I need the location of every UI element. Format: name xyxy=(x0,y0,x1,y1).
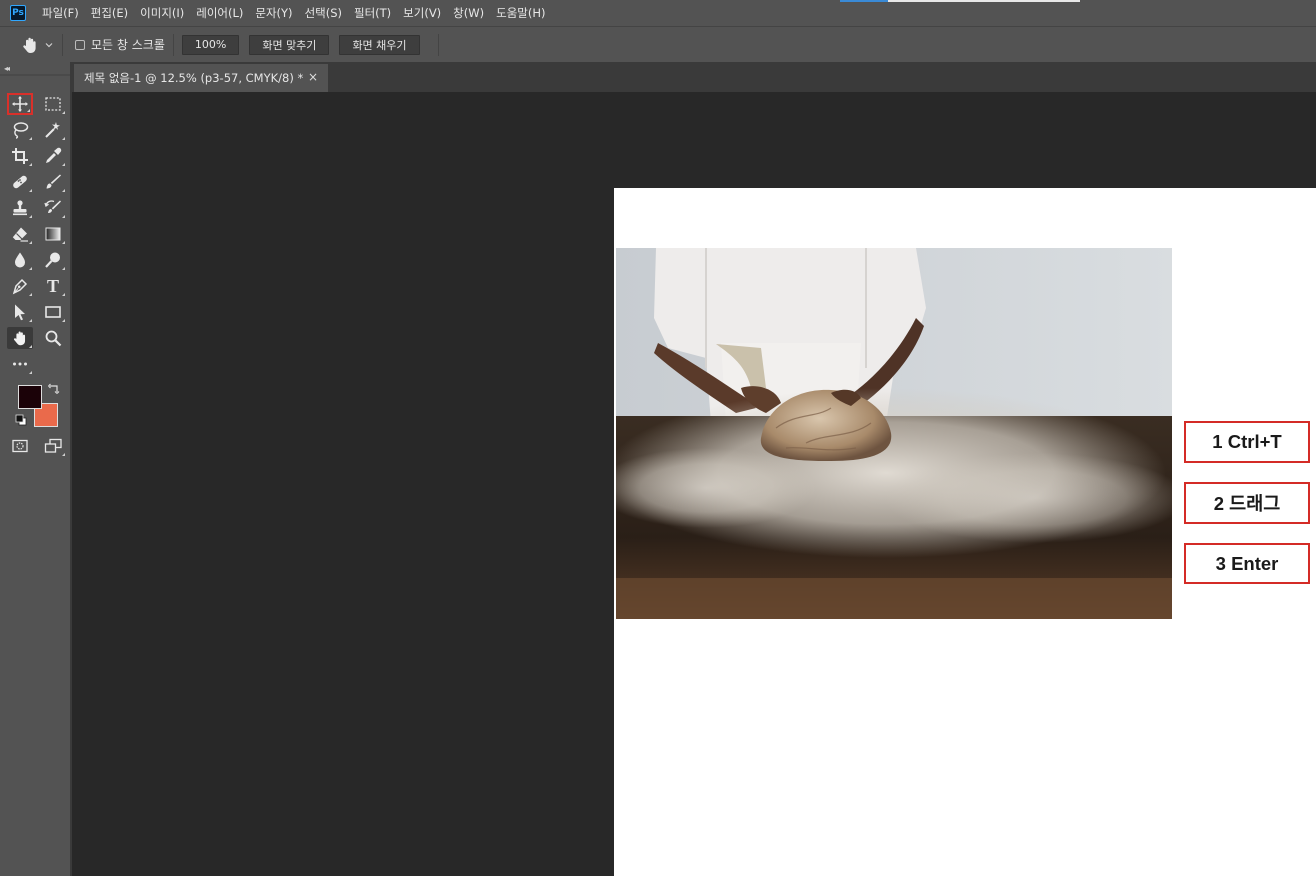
blur-icon xyxy=(15,252,25,268)
move-tool[interactable] xyxy=(7,93,33,115)
gradient-tool[interactable] xyxy=(40,223,66,245)
bread-dough-image xyxy=(616,248,1172,619)
crop-icon xyxy=(12,148,28,164)
screen-mode-button[interactable] xyxy=(40,435,66,457)
zoom-tool[interactable] xyxy=(40,327,66,349)
zoom-icon xyxy=(45,330,62,347)
history-brush-tool[interactable] xyxy=(40,197,66,219)
photoshop-logo: Ps xyxy=(10,5,26,21)
eyedropper-tool[interactable] xyxy=(40,145,66,167)
healing-brush-icon xyxy=(13,175,27,189)
rectangle-tool[interactable] xyxy=(40,301,66,323)
hand-tool[interactable] xyxy=(7,327,33,349)
path-selection-tool[interactable] xyxy=(7,301,33,323)
more-tools-icon xyxy=(13,362,27,366)
clone-stamp-icon xyxy=(13,200,27,216)
dodge-tool[interactable] xyxy=(40,249,66,271)
screen-mode-icon xyxy=(44,438,62,453)
crop-tool[interactable] xyxy=(7,145,33,167)
healing-brush-tool[interactable] xyxy=(7,171,33,193)
path-selection-icon xyxy=(15,304,25,321)
document-tab[interactable]: 제목 없음-1 @ 12.5% (p3-57, CMYK/8) * × xyxy=(74,64,328,92)
menu-help[interactable]: 도움말(H) xyxy=(496,5,545,21)
bread-dough-photo[interactable] xyxy=(616,248,1172,619)
options-separator xyxy=(437,33,439,56)
menu-select[interactable]: 선택(S) xyxy=(305,5,342,21)
menu-bar: Ps 파일(F) 편집(E) 이미지(I) 레이어(L) 문자(Y) 선택(S)… xyxy=(0,0,1316,26)
step-2-box: 2 드래그 xyxy=(1184,482,1310,524)
brush-icon xyxy=(46,174,61,189)
menu-edit[interactable]: 편집(E) xyxy=(91,5,128,21)
step-1-box: 1 Ctrl+T xyxy=(1184,421,1310,463)
marquee-tool[interactable] xyxy=(40,93,66,115)
options-separator xyxy=(62,33,63,56)
lasso-icon xyxy=(13,122,29,139)
history-brush-icon xyxy=(44,200,61,213)
scroll-all-windows-checkbox[interactable] xyxy=(75,39,85,50)
more-tools-button[interactable] xyxy=(7,353,33,375)
options-bar: 모든 창 스크롤 100% 화면 맞추기 화면 채우기 xyxy=(0,26,1316,62)
toolbox-grip[interactable] xyxy=(0,74,70,76)
pen-icon xyxy=(12,278,28,295)
type-tool[interactable]: T xyxy=(40,275,66,297)
eyedropper-icon xyxy=(46,147,62,163)
brush-tool[interactable] xyxy=(40,171,66,193)
document-tab-title: 제목 없음-1 @ 12.5% (p3-57, CMYK/8) * xyxy=(84,71,304,85)
magic-wand-tool[interactable] xyxy=(40,119,66,141)
options-separator xyxy=(172,33,174,56)
menu-view[interactable]: 보기(V) xyxy=(403,5,441,21)
menu-image[interactable]: 이미지(I) xyxy=(140,5,184,21)
gradient-icon xyxy=(45,227,61,241)
chevron-down-icon[interactable] xyxy=(44,40,54,50)
quick-mask-button[interactable] xyxy=(7,435,33,457)
clone-stamp-tool[interactable] xyxy=(7,197,33,219)
swap-colors-icon[interactable] xyxy=(48,383,60,395)
zoom-100-button[interactable]: 100% xyxy=(181,34,240,55)
lasso-tool[interactable] xyxy=(7,119,33,141)
magic-wand-icon xyxy=(45,122,60,138)
window-title-strip xyxy=(840,0,1080,2)
eraser-tool[interactable] xyxy=(7,223,33,245)
marquee-icon xyxy=(45,97,61,111)
menu-layer[interactable]: 레이어(L) xyxy=(196,5,243,21)
eraser-icon xyxy=(12,227,28,242)
pen-tool[interactable] xyxy=(7,275,33,297)
menu-file[interactable]: 파일(F) xyxy=(42,5,79,21)
menu-window[interactable]: 창(W) xyxy=(453,5,484,21)
menu-type[interactable]: 문자(Y) xyxy=(255,5,292,21)
rectangle-icon xyxy=(45,306,61,318)
step-3-box: 3 Enter xyxy=(1184,543,1310,584)
scroll-all-windows-label: 모든 창 스크롤 xyxy=(91,38,165,52)
foreground-color-swatch[interactable] xyxy=(18,385,42,409)
blur-tool[interactable] xyxy=(7,249,33,271)
close-icon[interactable]: × xyxy=(308,70,318,84)
dodge-icon xyxy=(45,252,60,268)
fit-screen-button[interactable]: 화면 맞추기 xyxy=(249,34,330,55)
menu-filter[interactable]: 필터(T) xyxy=(354,5,391,21)
collapse-panel-icon[interactable]: ◂◂ xyxy=(4,64,10,73)
toolbox: ◂◂ T xyxy=(0,62,72,876)
default-colors-icon[interactable] xyxy=(15,414,27,426)
hand-icon[interactable] xyxy=(20,35,40,55)
document-tab-bar: 제목 없음-1 @ 12.5% (p3-57, CMYK/8) * × xyxy=(72,62,1316,92)
fill-screen-button[interactable]: 화면 채우기 xyxy=(339,34,420,55)
hand-icon xyxy=(13,331,26,346)
type-icon: T xyxy=(46,275,59,296)
quick-mask-icon xyxy=(12,439,28,453)
